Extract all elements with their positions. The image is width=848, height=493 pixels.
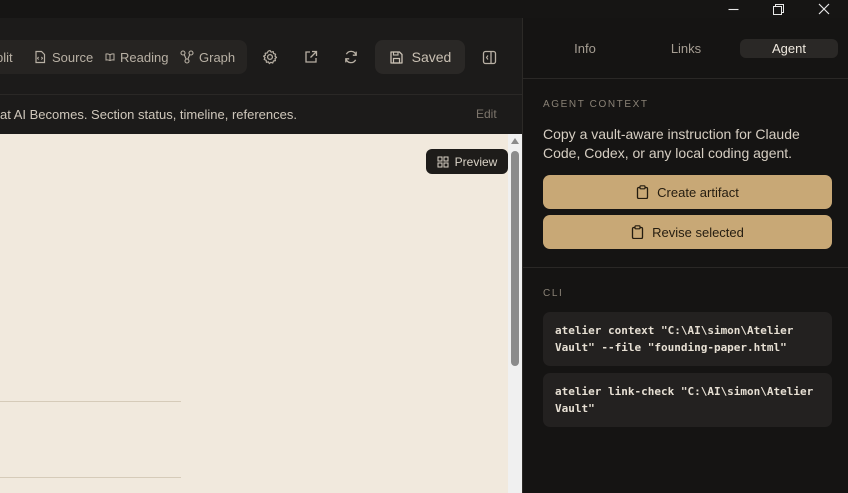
mode-source-label: Source xyxy=(52,49,94,65)
cli-heading: CLI xyxy=(543,288,564,299)
mode-reading[interactable]: Reading xyxy=(105,40,168,74)
sidebar-right-icon xyxy=(482,50,496,64)
document-canvas[interactable]: Preview xyxy=(0,134,508,493)
saved-label: Saved xyxy=(411,49,452,65)
side-panel: Info Links Agent AGENT CONTEXT Copy a va… xyxy=(522,18,848,493)
document-rule xyxy=(0,401,181,402)
cli-command-link-check[interactable]: atelier link-check "C:\AI\simon\Atelier … xyxy=(543,373,832,427)
edit-summary-button[interactable]: Edit xyxy=(476,107,497,121)
layout-grid-icon xyxy=(437,156,449,167)
agent-context-heading: AGENT CONTEXT xyxy=(543,99,649,110)
saved-button[interactable]: Saved xyxy=(375,40,465,74)
minimize-button[interactable] xyxy=(710,0,756,18)
save-icon xyxy=(389,50,403,64)
mode-split-label: plit xyxy=(0,49,13,65)
close-button[interactable] xyxy=(801,0,847,18)
scroll-thumb[interactable] xyxy=(511,151,519,366)
document-summary-bar: at AI Becomes. Section status, timeline,… xyxy=(0,96,522,134)
clipboard-icon xyxy=(631,225,644,239)
mode-split[interactable]: plit xyxy=(0,40,13,74)
view-mode-group: plit Source Reading Graph xyxy=(0,40,247,74)
file-code-icon xyxy=(35,50,46,64)
close-icon xyxy=(818,3,830,15)
mode-graph-label: Graph xyxy=(199,49,236,65)
tab-agent[interactable]: Agent xyxy=(740,39,838,58)
document-scrollbar[interactable] xyxy=(508,134,522,493)
preview-label: Preview xyxy=(454,154,498,169)
refresh-icon xyxy=(345,50,357,64)
revise-selected-button[interactable]: Revise selected xyxy=(543,215,832,249)
open-external-button[interactable] xyxy=(301,47,321,67)
toggle-panel-button[interactable] xyxy=(479,47,499,67)
document-rule xyxy=(0,477,181,478)
settings-button[interactable] xyxy=(260,47,280,67)
agent-context-description: Copy a vault-aware instruction for Claud… xyxy=(543,126,800,161)
cli-command-context[interactable]: atelier context "C:\AI\simon\Atelier Vau… xyxy=(543,312,832,366)
external-link-icon xyxy=(305,50,318,63)
graph-icon xyxy=(180,50,194,64)
preview-button[interactable]: Preview xyxy=(426,149,508,174)
editor-area: plit Source Reading Graph xyxy=(0,18,522,493)
document-summary: at AI Becomes. Section status, timeline,… xyxy=(0,107,297,122)
minimize-icon xyxy=(728,8,738,10)
editor-toolbar: plit Source Reading Graph xyxy=(0,18,522,95)
panel-tabs: Info Links Agent xyxy=(523,18,848,79)
tab-links[interactable]: Links xyxy=(636,39,736,58)
book-open-icon xyxy=(105,53,115,62)
restore-icon xyxy=(772,3,784,15)
revise-selected-label: Revise selected xyxy=(652,224,744,240)
gear-icon xyxy=(263,49,278,65)
sync-button[interactable] xyxy=(341,47,361,67)
clipboard-icon xyxy=(637,185,649,199)
mode-reading-label: Reading xyxy=(120,49,169,65)
mode-source[interactable]: Source xyxy=(33,40,93,74)
tab-info[interactable]: Info xyxy=(535,39,635,58)
panel-divider xyxy=(523,267,848,268)
mode-graph[interactable]: Graph xyxy=(180,40,235,74)
scroll-up-arrow-icon[interactable] xyxy=(511,138,519,144)
title-bar xyxy=(0,0,848,18)
create-artifact-label: Create artifact xyxy=(657,184,739,200)
create-artifact-button[interactable]: Create artifact xyxy=(543,175,832,209)
restore-button[interactable] xyxy=(755,0,801,18)
app-window: plit Source Reading Graph xyxy=(0,0,848,493)
